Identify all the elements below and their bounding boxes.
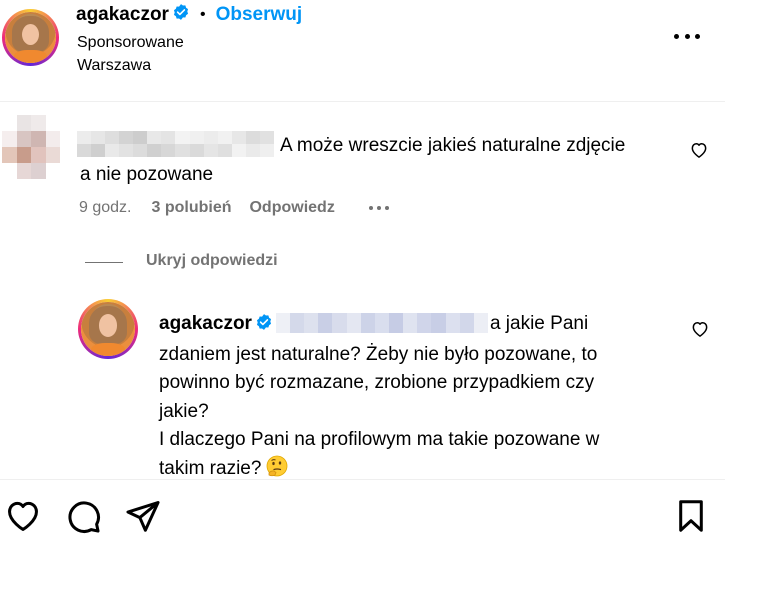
commenter-avatar-pixelated[interactable]	[2, 115, 60, 179]
comment-text-line1: A może wreszcie jakieś naturalne zdjęcie	[280, 135, 626, 156]
reply-author-username[interactable]: agakaczor	[159, 313, 252, 334]
verified-badge-icon	[255, 312, 273, 341]
hide-replies-button[interactable]: Ukryj odpowiedzi	[146, 252, 278, 270]
thinking-face-emoji-icon	[265, 455, 289, 479]
comment-time: 9 godz.	[79, 199, 132, 216]
like-heart-icon[interactable]	[4, 497, 42, 540]
reply-text-line5: I dlaczego Pani na profilowym ma takie p…	[159, 429, 600, 450]
post-actions-bar	[0, 497, 725, 543]
reply-text-line6: takim razie?	[159, 457, 262, 479]
reply-text: agakaczor a jakie Pani zdaniem jest natu…	[159, 310, 679, 483]
reply-button[interactable]: Odpowiedz	[249, 199, 334, 217]
post-header: agakaczor • Obserwuj Sponsorowane Warsza…	[0, 0, 725, 102]
reply-text-first: a jakie Pani	[489, 313, 589, 334]
verified-badge-icon	[172, 3, 190, 26]
reply-text-line2: zdaniem jest naturalne? Żeby nie było po…	[159, 343, 598, 365]
reply-like-heart-icon[interactable]	[690, 319, 710, 344]
reply-text-line3: powinno być rozmazane, zrobione przypadk…	[159, 372, 595, 393]
comment-more-options-icon[interactable]	[368, 206, 389, 210]
author-avatar[interactable]	[2, 9, 59, 66]
comment-like-heart-icon[interactable]	[689, 140, 709, 165]
comment-likes-count[interactable]: 3 polubień	[151, 199, 231, 217]
author-username[interactable]: agakaczor	[76, 4, 169, 26]
save-bookmark-icon[interactable]	[672, 497, 710, 540]
location-link[interactable]: Warszawa	[77, 57, 151, 75]
comment-meta: 9 godz. 3 polubień Odpowiedz	[79, 199, 389, 217]
sponsored-label: Sponsorowane	[77, 34, 184, 51]
replies-divider-line	[85, 262, 123, 263]
reply-text-line4: jakie?	[159, 400, 209, 422]
share-paper-plane-icon[interactable]	[124, 497, 162, 540]
author-line: agakaczor • Obserwuj	[76, 3, 302, 26]
more-horizontal-icon	[674, 33, 679, 39]
comment-text-line2: a nie pozowane	[80, 164, 214, 185]
comment-text: A może wreszcie jakieś naturalne zdjęcie…	[80, 131, 680, 189]
comment-bubble-icon[interactable]	[64, 497, 102, 540]
more-options-button[interactable]	[674, 26, 700, 46]
separator-dot: •	[199, 5, 206, 23]
actions-divider	[0, 479, 725, 480]
mention-blurred[interactable]	[275, 313, 488, 333]
reply-author-avatar[interactable]	[78, 299, 138, 359]
follow-button[interactable]: Obserwuj	[216, 4, 303, 26]
